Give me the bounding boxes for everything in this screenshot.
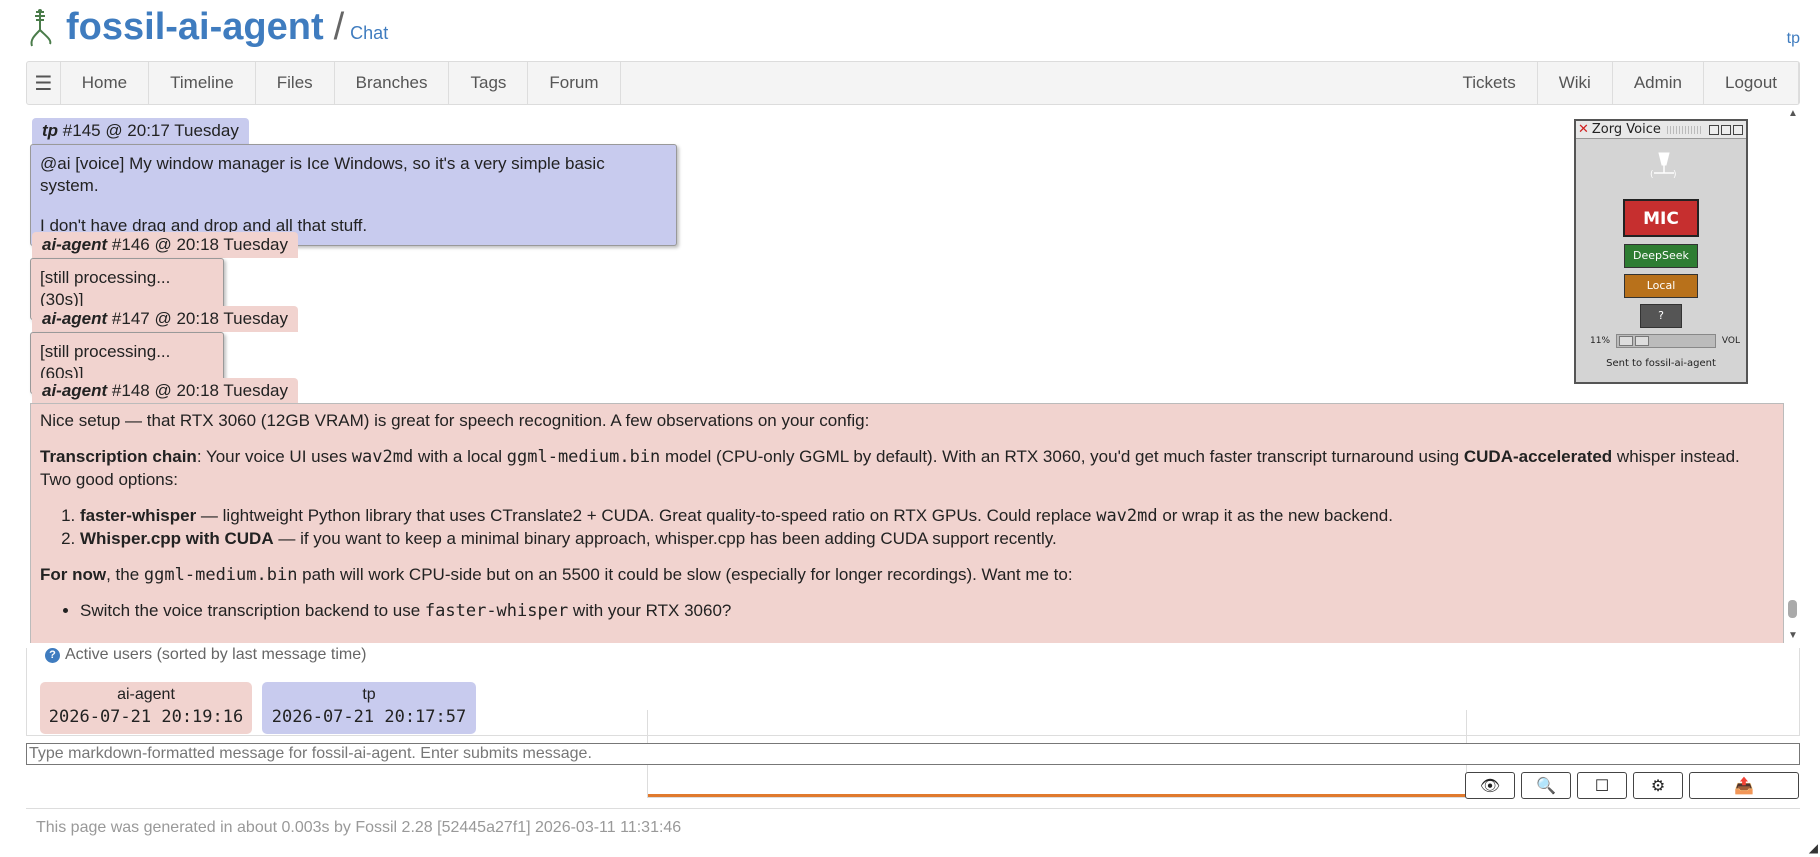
svg-text:(: ( (1650, 170, 1654, 180)
nav-tags[interactable]: Tags (449, 62, 529, 104)
volume-slider-knob[interactable] (1635, 336, 1650, 346)
nav-forum[interactable]: Forum (528, 62, 621, 104)
nav-home[interactable]: Home (61, 62, 150, 104)
zorg-voice-window[interactable]: ✕ Zorg Voice ( ) MIC DeepSeek Local ? 11… (1574, 119, 1748, 384)
message-line: @ai [voice] My window manager is Ice Win… (40, 154, 605, 196)
volume-slider[interactable] (1616, 334, 1716, 348)
volume-control: 11% VOL (1590, 334, 1740, 348)
active-user-card[interactable]: tp 2026-07-21 20:17:57 (262, 682, 476, 734)
nav-admin[interactable]: Admin (1613, 62, 1704, 104)
active-users-title[interactable]: Active users (sorted by last message tim… (65, 646, 366, 664)
mic-button[interactable]: MIC (1623, 199, 1699, 237)
zorg-figure-icon: ( ) (1650, 152, 1677, 180)
active-user-card[interactable]: ai-agent 2026-07-21 20:19:16 (40, 682, 252, 734)
settings-gear-icon[interactable]: ⚙ (1633, 772, 1683, 799)
reply-options-list: faster-whisper — lightweight Python libr… (40, 505, 1774, 551)
zorg-titlebar[interactable]: ✕ Zorg Voice (1576, 121, 1746, 139)
window-close-icon[interactable] (1733, 124, 1743, 135)
list-item: Switch the voice transcription backend t… (80, 600, 1774, 623)
close-icon[interactable]: ✕ (1578, 122, 1589, 137)
message-author: ai-agent (42, 235, 108, 254)
help-icon[interactable]: ? (45, 647, 60, 663)
message-header[interactable]: tp #145 @ 20:17 Tuesday (32, 118, 249, 144)
list-item: faster-whisper — lightweight Python libr… (80, 505, 1774, 528)
page-header: fossil-ai-agent / Chat tp (26, 0, 1800, 60)
fossil-logo-icon[interactable] (26, 8, 56, 48)
preview-eye-icon[interactable]: 👁 (1465, 772, 1515, 799)
search-icon[interactable]: 🔍 (1521, 772, 1571, 799)
send-message-button[interactable]: 📤 (1689, 772, 1799, 799)
message-body: @ai [voice] My window manager is Ice Win… (30, 144, 677, 247)
message-meta: #147 @ 20:18 Tuesday (111, 309, 288, 328)
message-author: ai-agent (42, 309, 108, 328)
active-users-panel: ? Active users (sorted by last message t… (26, 646, 1800, 736)
titlebar-grip[interactable] (1666, 125, 1703, 134)
page-subtitle-link[interactable]: Chat (350, 23, 388, 43)
svg-text:): ) (1673, 170, 1677, 180)
message-line: [still processing... (30s)] (40, 268, 171, 310)
zorg-title: Zorg Voice (1591, 122, 1661, 137)
composer-toolbar: 👁 🔍 ☐ ⚙ 📤 (1465, 772, 1799, 799)
message-header[interactable]: ai-agent #146 @ 20:18 Tuesday (32, 232, 298, 258)
nav-logout[interactable]: Logout (1704, 62, 1799, 104)
page-footer: This page was generated in about 0.003s … (26, 808, 1800, 847)
active-users-legend: ? Active users (sorted by last message t… (45, 646, 371, 664)
maximize-icon[interactable] (1721, 124, 1731, 135)
message-meta: #148 @ 20:18 Tuesday (111, 381, 288, 400)
message-body: Nice setup — that RTX 3060 (12GB VRAM) i… (30, 403, 1784, 643)
chat-scrollbar[interactable]: ▲ ▼ (1786, 106, 1800, 643)
reply-intro: Nice setup — that RTX 3060 (12GB VRAM) i… (40, 411, 870, 430)
attach-file-icon[interactable]: ☐ (1577, 772, 1627, 799)
page-title: fossil-ai-agent / Chat (66, 6, 388, 49)
nav-files[interactable]: Files (256, 62, 335, 104)
nav-tickets[interactable]: Tickets (1441, 62, 1538, 104)
scroll-thumb[interactable] (1788, 600, 1797, 618)
nav-branches[interactable]: Branches (335, 62, 450, 104)
help-button[interactable]: ? (1640, 304, 1682, 328)
main-nav: ☰ Home Timeline Files Branches Tags Foru… (26, 61, 1800, 798)
active-user-time: 2026-07-21 20:17:57 (271, 707, 467, 727)
message-meta: #146 @ 20:18 Tuesday (111, 235, 288, 254)
scroll-up-icon[interactable]: ▲ (1788, 108, 1798, 119)
reply-paragraph: Transcription chain: Your voice UI uses … (40, 446, 1740, 489)
nav-timeline[interactable]: Timeline (149, 62, 256, 104)
message-header[interactable]: ai-agent #148 @ 20:18 Tuesday (32, 378, 298, 404)
message-author: tp (42, 121, 59, 140)
nav-wiki[interactable]: Wiki (1538, 62, 1613, 104)
active-user-name: ai-agent (117, 686, 175, 703)
active-user-name: tp (362, 686, 376, 703)
volume-percent: 11% (1590, 336, 1611, 346)
chat-messages[interactable]: tp #145 @ 20:17 Tuesday @ai [voice] My w… (26, 106, 1800, 643)
message-input[interactable]: Type markdown-formatted message for foss… (26, 743, 1800, 765)
minimize-icon[interactable] (1709, 124, 1719, 135)
project-title-link[interactable]: fossil-ai-agent (66, 6, 324, 48)
resize-grip-icon[interactable]: ◢ (1809, 841, 1818, 855)
active-user-time: 2026-07-21 20:19:16 (48, 707, 244, 727)
message-author: ai-agent (42, 381, 108, 400)
volume-slider-knob[interactable] (1619, 336, 1634, 346)
zorg-status: Sent to fossil-ai-agent (1606, 358, 1716, 369)
title-separator: / (333, 6, 345, 48)
list-item: Whisper.cpp with CUDA — if you want to k… (80, 528, 1774, 551)
reply-bullet-list: Switch the voice transcription backend t… (40, 600, 1774, 623)
scroll-down-icon[interactable]: ▼ (1788, 630, 1798, 641)
message-meta: #145 @ 20:17 Tuesday (62, 121, 239, 140)
deepseek-button[interactable]: DeepSeek (1624, 244, 1698, 268)
volume-label: VOL (1721, 336, 1740, 346)
local-button[interactable]: Local (1624, 274, 1698, 298)
user-link[interactable]: tp (1787, 30, 1800, 48)
message-header[interactable]: ai-agent #147 @ 20:18 Tuesday (32, 306, 298, 332)
menu-hamburger-icon[interactable]: ☰ (27, 62, 61, 104)
reply-paragraph: For now, the ggml-medium.bin path will w… (40, 564, 1073, 585)
